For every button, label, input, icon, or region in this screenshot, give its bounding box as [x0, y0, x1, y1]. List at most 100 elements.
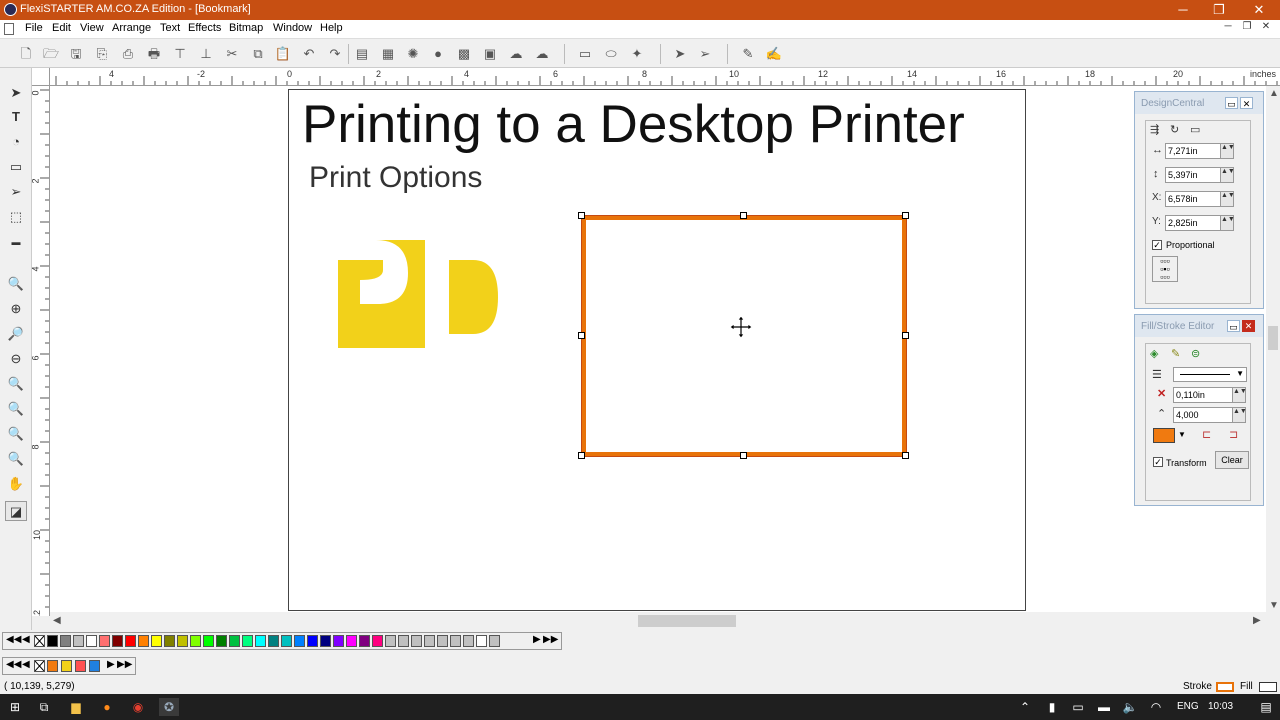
- firefox-icon[interactable]: ●: [97, 698, 117, 716]
- crop-tool-icon[interactable]: ⬚: [5, 207, 27, 227]
- color-swatch[interactable]: [216, 635, 227, 647]
- zoom-selected-icon[interactable]: 🔍: [5, 399, 27, 419]
- flexi-app-icon[interactable]: ✪: [159, 698, 179, 716]
- palette-prev-icon[interactable]: ◀: [22, 659, 30, 670]
- resize-handle-bottom-left[interactable]: [578, 452, 585, 459]
- color-swatch[interactable]: [320, 635, 331, 647]
- horizontal-scroll-thumb[interactable]: [638, 615, 736, 627]
- color-swatch[interactable]: [86, 635, 97, 647]
- scroll-left-icon[interactable]: ◀: [53, 615, 61, 626]
- color-dropdown-arrow-icon[interactable]: ▼: [1178, 430, 1186, 439]
- clear-button[interactable]: Clear: [1215, 451, 1249, 469]
- color-swatch[interactable]: [125, 635, 136, 647]
- wifi-icon[interactable]: ◠: [1146, 698, 1166, 716]
- select-arrow-icon[interactable]: ➤: [670, 44, 690, 64]
- color-swatch[interactable]: [281, 635, 292, 647]
- er-icon[interactable]: ▣: [480, 44, 500, 64]
- color-swatch[interactable]: [346, 635, 357, 647]
- drawing-canvas[interactable]: Printing to a Desktop Printer Print Opti…: [50, 86, 1266, 616]
- volume-icon[interactable]: 🔈: [1120, 698, 1140, 716]
- zoom-previous-icon[interactable]: 🔍: [5, 449, 27, 469]
- zoom-tool-icon[interactable]: 🔍: [5, 274, 27, 294]
- windows-start-icon[interactable]: ⊞: [5, 698, 25, 716]
- battery-icon[interactable]: ▭: [1068, 698, 1088, 716]
- shape-tool-icon[interactable]: ◔: [5, 132, 27, 152]
- transform-checkbox[interactable]: ✓: [1153, 457, 1163, 467]
- star-tool-icon[interactable]: ✦: [627, 44, 647, 64]
- color-swatch[interactable]: [359, 635, 370, 647]
- position-tab-icon[interactable]: ⇶: [1150, 123, 1159, 136]
- x-position-field[interactable]: 6,578in: [1165, 191, 1221, 207]
- stroke-outside-icon[interactable]: ⊏: [1202, 428, 1211, 441]
- color-swatch[interactable]: [229, 635, 240, 647]
- export-icon[interactable]: ⎙: [118, 44, 138, 64]
- stroke-indicator-swatch[interactable]: [1216, 682, 1234, 692]
- palette-first-icon[interactable]: ◀◀: [6, 634, 21, 645]
- select-tool-icon[interactable]: ➤: [5, 83, 27, 103]
- color-swatch[interactable]: [203, 635, 214, 647]
- resize-handle-bottom[interactable]: [740, 452, 747, 459]
- reference-point-grid-icon[interactable]: ▫▫▫ ▫▪▫ ▫▫▫: [1152, 256, 1178, 282]
- palette-first-icon[interactable]: ◀◀: [6, 659, 21, 670]
- color-swatch[interactable]: [411, 635, 422, 647]
- vertical-scrollbar[interactable]: ▲ ▼: [1266, 86, 1280, 616]
- color-swatch[interactable]: [151, 635, 162, 647]
- stroke-tab-icon[interactable]: ✎: [1171, 347, 1180, 360]
- color-swatch[interactable]: [424, 635, 435, 647]
- spot-color-icon[interactable]: ●: [428, 44, 448, 64]
- menu-file[interactable]: File: [25, 22, 43, 34]
- mdi-minimize-button[interactable]: ─: [1219, 21, 1237, 37]
- menu-edit[interactable]: Edit: [52, 22, 71, 34]
- panel-minimize-button[interactable]: ▭: [1225, 97, 1238, 109]
- restore-button[interactable]: ❐: [1200, 0, 1238, 20]
- resize-handle-top-left[interactable]: [578, 212, 585, 219]
- print-icon[interactable]: 🖶: [144, 44, 164, 64]
- zoom-all-icon[interactable]: 🔍: [5, 374, 27, 394]
- color-swatch[interactable]: [489, 635, 500, 647]
- zoom-out-icon[interactable]: ⊖: [5, 349, 27, 369]
- color-swatch[interactable]: [138, 635, 149, 647]
- no-color-swatch[interactable]: [34, 660, 45, 672]
- stroke-inside-icon[interactable]: ⊐: [1229, 428, 1238, 441]
- color-swatch[interactable]: [89, 660, 100, 672]
- rectangle-tool-icon[interactable]: ▭: [5, 157, 27, 177]
- freehand-tool-icon[interactable]: ✍: [764, 44, 784, 64]
- import-icon[interactable]: ⎘: [92, 44, 112, 64]
- x-position-spinner[interactable]: ▲▼: [1220, 191, 1235, 207]
- color-swatch[interactable]: [177, 635, 188, 647]
- color-swatch[interactable]: [307, 635, 318, 647]
- color-swatch[interactable]: [47, 635, 58, 647]
- task-view-icon[interactable]: ⧉: [34, 698, 54, 716]
- arrange-icon[interactable]: ▤: [352, 44, 372, 64]
- menu-window[interactable]: Window: [273, 22, 312, 34]
- ruler-corner[interactable]: [32, 68, 50, 86]
- height-field[interactable]: 5,397in: [1165, 167, 1221, 183]
- resize-handle-bottom-right[interactable]: [902, 452, 909, 459]
- color-swatch[interactable]: [60, 635, 71, 647]
- scale-tab-icon[interactable]: ▭: [1190, 123, 1200, 136]
- scroll-down-icon[interactable]: ▼: [1269, 600, 1279, 611]
- resize-handle-top-right[interactable]: [902, 212, 909, 219]
- color-swatch[interactable]: [268, 635, 279, 647]
- palette-prev-icon[interactable]: ◀: [22, 634, 30, 645]
- fill-tab-icon[interactable]: ◈: [1150, 347, 1158, 360]
- document-heading[interactable]: Printing to a Desktop Printer: [302, 94, 965, 155]
- vertical-scroll-thumb[interactable]: [1268, 326, 1278, 350]
- usb-icon[interactable]: ▮: [1042, 698, 1062, 716]
- color-swatch[interactable]: [450, 635, 461, 647]
- color-swatch[interactable]: [75, 660, 86, 672]
- miter-limit-field[interactable]: 4,000: [1173, 407, 1233, 423]
- zoom-fit-icon[interactable]: 🔍: [5, 424, 27, 444]
- menu-bitmap[interactable]: Bitmap: [229, 22, 263, 34]
- color-swatch[interactable]: [398, 635, 409, 647]
- color-swatch[interactable]: [112, 635, 123, 647]
- color-swatch[interactable]: [476, 635, 487, 647]
- language-indicator[interactable]: ENG: [1177, 701, 1199, 712]
- paste-icon[interactable]: 📋: [273, 44, 293, 64]
- cloud-icon[interactable]: ☁: [506, 44, 526, 64]
- palette-next-icon[interactable]: ▶: [533, 634, 541, 645]
- width-spinner[interactable]: ▲▼: [1220, 143, 1235, 159]
- open-file-icon[interactable]: 🗁: [41, 44, 61, 64]
- measure-tool-icon[interactable]: ▬: [5, 232, 27, 252]
- stroke-color-swatch[interactable]: [1153, 428, 1175, 443]
